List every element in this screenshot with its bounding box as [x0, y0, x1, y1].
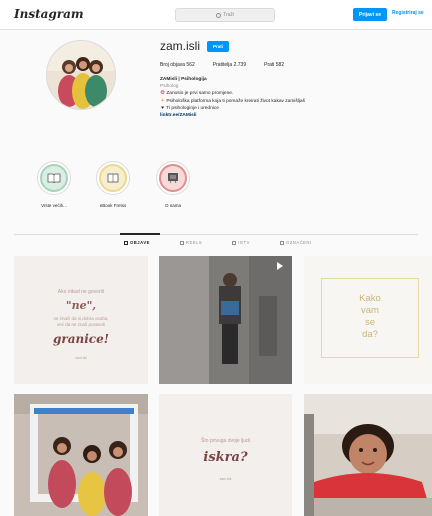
post-text: iskra? — [203, 450, 248, 465]
highlight-ring — [37, 161, 71, 195]
search-placeholder: Traži — [223, 12, 234, 18]
profile-bio: ZAMisli | Psihologija Psiholog ❂ Zanosio… — [160, 76, 390, 119]
bio-line-3: Ti psihologinje i urednice — [166, 105, 219, 111]
post-tile-2[interactable] — [159, 256, 292, 384]
post-text: Što privuga dvoje ljudi — [201, 438, 250, 444]
profile-stats: Broj objava 562 Pratitelja 2.739 Prati 5… — [160, 62, 284, 68]
info-board-icon — [159, 164, 187, 192]
post-tile-5[interactable]: Što privuga dvoje ljudi iskra? zam.isli — [159, 394, 292, 516]
active-tab-indicator — [120, 233, 160, 235]
following-count[interactable]: Prati 582 — [264, 62, 284, 68]
book-icon — [40, 164, 68, 192]
post-text: ne znači da si dobra osoba, već da ne zna… — [53, 316, 109, 327]
highlight-2[interactable]: eBook Fretss — [93, 161, 133, 208]
bio-category: Psiholog — [160, 84, 179, 90]
profile-tabs: OBJAVE REELS IGTV OZNAČENI — [124, 240, 312, 245]
ebook-icon — [99, 164, 127, 192]
igtv-icon — [232, 240, 237, 245]
post-text: "ne", — [65, 299, 97, 312]
post-text: granice! — [53, 332, 109, 346]
highlight-label: O nama — [164, 203, 181, 208]
highlight-label: eBook Fretss — [99, 203, 127, 208]
top-navigation-bar: Instagram Traži Prijavi se Registriraj s… — [0, 0, 432, 30]
sparkle-icon: ✦ — [160, 98, 165, 104]
bio-line-1: Zanosio je prvi samo promjene. — [166, 91, 234, 97]
post-handle: zam.isli — [75, 356, 87, 360]
post-handle: zam.isli — [219, 477, 232, 481]
reels-icon — [179, 240, 184, 245]
tab-posts[interactable]: OBJAVE — [124, 240, 150, 245]
profile-username: zam.isli — [160, 39, 201, 53]
tabs-divider — [14, 234, 418, 235]
post-photo — [304, 394, 432, 516]
instagram-logo[interactable]: Instagram — [14, 7, 84, 21]
search-input[interactable]: Traži — [175, 8, 275, 22]
followers-count[interactable]: Pratitelja 2.739 — [213, 62, 246, 68]
tab-tagged[interactable]: OZNAČENI — [279, 240, 312, 245]
post-tile-6[interactable] — [304, 394, 432, 516]
heart-icon: ❂ — [160, 91, 165, 97]
tab-igtv[interactable]: IGTV — [232, 240, 250, 245]
post-tile-1[interactable]: Ako nikad ne govoriš "ne", ne znači da s… — [14, 256, 148, 384]
post-photo — [159, 256, 292, 384]
post-text: Kako vam se da? — [359, 293, 381, 340]
highlight-ring — [96, 161, 130, 195]
highlight-label: Vrste većih... — [41, 203, 67, 208]
signup-link[interactable]: Registriraj se — [392, 10, 424, 16]
highlight-3[interactable]: O nama — [153, 161, 193, 208]
highlight-ring — [156, 161, 190, 195]
post-tile-3[interactable]: Kako vam se da? — [304, 256, 432, 384]
post-frame: Kako vam se da? — [321, 278, 419, 358]
post-tile-4[interactable] — [14, 394, 148, 516]
search-icon — [216, 12, 222, 18]
post-photo — [14, 394, 148, 516]
login-button[interactable]: Prijavi se — [353, 8, 387, 21]
profile-avatar — [46, 40, 116, 110]
avatar-photo — [47, 41, 115, 109]
heart-black-icon: ♥ — [161, 105, 164, 111]
tagged-icon — [279, 240, 284, 245]
tab-reels[interactable]: REELS — [179, 240, 202, 245]
bio-line-2: Psihološka platforma koja ti pomaže krei… — [166, 98, 305, 104]
follow-button[interactable]: Prati — [207, 41, 229, 52]
bio-name: ZAMisli | Psihologija — [160, 77, 207, 82]
bio-link[interactable]: linktr.ee/ZAMisli — [160, 112, 390, 119]
grid-icon — [124, 240, 128, 245]
post-text: Ako nikad ne govoriš — [57, 289, 105, 295]
highlight-1[interactable]: Vrste većih... — [34, 161, 74, 208]
posts-count: Broj objava 562 — [160, 62, 195, 68]
